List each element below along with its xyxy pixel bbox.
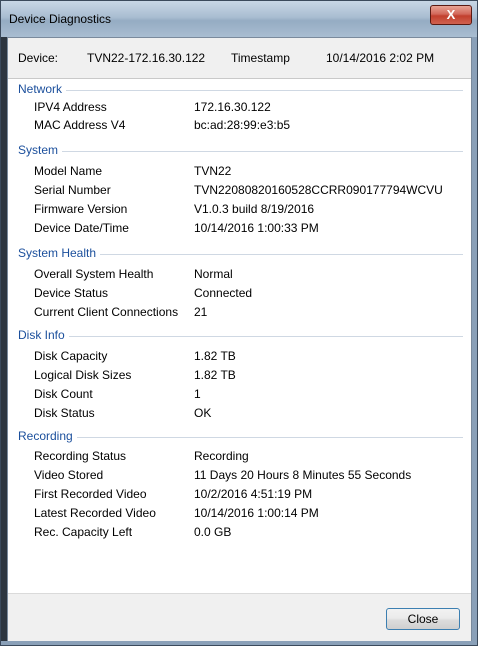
- section-divider: [18, 437, 463, 438]
- row-label: IPV4 Address: [34, 100, 107, 114]
- section-divider: [18, 90, 463, 91]
- window-close-button[interactable]: X: [430, 5, 472, 25]
- info-row: Device Status Connected: [8, 286, 468, 302]
- row-label: Recording Status: [34, 449, 127, 463]
- row-label: Rec. Capacity Left: [34, 525, 133, 539]
- row-label: Device Date/Time: [34, 221, 129, 235]
- row-value: TVN22080820160528CCRR090177794WCVU: [194, 183, 443, 197]
- dialog-footer: Close: [8, 593, 471, 641]
- info-row: Disk Status OK: [8, 406, 468, 422]
- row-label: Latest Recorded Video: [34, 506, 156, 520]
- row-label: Device Status: [34, 286, 109, 300]
- info-row: Rec. Capacity Left 0.0 GB: [8, 525, 468, 541]
- section-system-health: System Health: [18, 246, 468, 262]
- row-label: Firmware Version: [34, 202, 128, 216]
- close-icon: X: [446, 7, 456, 22]
- info-row: Current Client Connections 21: [8, 305, 468, 321]
- info-row: Disk Count 1: [8, 387, 468, 403]
- row-label: Model Name: [34, 164, 103, 178]
- row-value: 10/2/2016 4:51:19 PM: [194, 487, 313, 501]
- row-value: bc:ad:28:99:e3:b5: [194, 118, 291, 132]
- row-label: Disk Count: [34, 387, 93, 401]
- section-title: Disk Info: [18, 328, 69, 342]
- section-divider: [18, 336, 463, 337]
- row-label: Disk Status: [34, 406, 95, 420]
- info-row: Device Date/Time 10/14/2016 1:00:33 PM: [8, 221, 468, 237]
- row-value: 10/14/2016 1:00:14 PM: [194, 506, 319, 520]
- row-value: 172.16.30.122: [194, 100, 271, 114]
- row-label: Overall System Health: [34, 267, 154, 281]
- row-value: TVN22: [194, 164, 232, 178]
- info-row: Latest Recorded Video 10/14/2016 1:00:14…: [8, 506, 468, 522]
- close-button[interactable]: Close: [386, 608, 460, 630]
- row-value: Normal: [194, 267, 233, 281]
- title-bar[interactable]: Device Diagnostics X: [1, 1, 477, 37]
- section-title: Recording: [18, 429, 77, 443]
- row-label: Current Client Connections: [34, 305, 179, 319]
- row-value: 0.0 GB: [194, 525, 232, 539]
- section-disk-info: Disk Info: [18, 328, 468, 344]
- row-value: 1.82 TB: [194, 349, 236, 363]
- row-value: 1: [194, 387, 201, 401]
- dialog-content: Device: TVN22-172.16.30.122 Timestamp 10…: [7, 37, 472, 641]
- info-row: Firmware Version V1.0.3 build 8/19/2016: [8, 202, 468, 218]
- row-value: 21: [194, 305, 208, 319]
- section-title: Network: [18, 82, 67, 96]
- info-row: Recording Status Recording: [8, 449, 468, 465]
- section-title: System: [18, 143, 63, 157]
- row-value: 10/14/2016 1:00:33 PM: [194, 221, 319, 235]
- info-row: Serial Number TVN22080820160528CCRR09017…: [8, 183, 468, 199]
- section-title: System Health: [18, 246, 101, 260]
- info-row: IPV4 Address 172.16.30.122: [8, 100, 468, 116]
- info-row: Overall System Health Normal: [8, 267, 468, 283]
- row-label: Serial Number: [34, 183, 111, 197]
- section-system: System: [18, 143, 468, 159]
- section-divider: [18, 151, 463, 152]
- row-label: Logical Disk Sizes: [34, 368, 132, 382]
- row-value: 11 Days 20 Hours 8 Minutes 55 Seconds: [194, 468, 412, 482]
- row-value: OK: [194, 406, 212, 420]
- timestamp-value: 10/14/2016 2:02 PM: [326, 51, 435, 65]
- section-network: Network: [18, 82, 468, 98]
- info-row: Model Name TVN22: [8, 164, 468, 180]
- row-value: Recording: [194, 449, 249, 463]
- timestamp-label: Timestamp: [231, 51, 290, 65]
- device-value: TVN22-172.16.30.122: [87, 51, 206, 65]
- row-value: Connected: [194, 286, 253, 300]
- row-value: 1.82 TB: [194, 368, 236, 382]
- info-row: Video Stored 11 Days 20 Hours 8 Minutes …: [8, 468, 468, 484]
- info-row: First Recorded Video 10/2/2016 4:51:19 P…: [8, 487, 468, 503]
- row-label: MAC Address V4: [34, 118, 126, 132]
- info-row: Logical Disk Sizes 1.82 TB: [8, 368, 468, 384]
- device-diagnostics-window: Device Diagnostics X Device: TVN22-172.1…: [0, 0, 478, 646]
- device-label: Device:: [18, 51, 59, 65]
- row-label: First Recorded Video: [34, 487, 147, 501]
- info-row: Disk Capacity 1.82 TB: [8, 349, 468, 365]
- row-label: Disk Capacity: [34, 349, 108, 363]
- window-title: Device Diagnostics: [9, 12, 112, 26]
- row-label: Video Stored: [34, 468, 104, 482]
- info-row: MAC Address V4 bc:ad:28:99:e3:b5: [8, 118, 468, 134]
- section-recording: Recording: [18, 429, 468, 445]
- row-value: V1.0.3 build 8/19/2016: [194, 202, 315, 216]
- device-header: Device: TVN22-172.16.30.122 Timestamp 10…: [8, 38, 471, 79]
